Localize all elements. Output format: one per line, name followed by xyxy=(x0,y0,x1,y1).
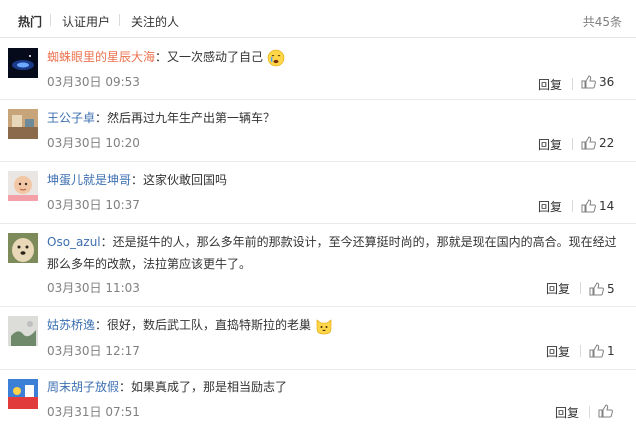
username-link[interactable]: 坤蛋儿就是坤哥 xyxy=(47,173,131,187)
reply-button[interactable]: 回复 xyxy=(546,280,570,297)
thumbs-up-icon xyxy=(581,75,596,89)
divider xyxy=(580,345,581,357)
thumbs-up-icon xyxy=(581,136,596,150)
avatar[interactable] xyxy=(8,109,38,139)
tab-following[interactable]: 关注的人 xyxy=(131,13,179,30)
comment-text: 周末胡子放假：如果真成了，那是相当励志了 xyxy=(47,376,627,398)
divider xyxy=(572,200,573,212)
comment-text: 王公子卓：然后再过九年生产出第一辆车？ xyxy=(47,107,627,129)
reply-button[interactable]: 回复 xyxy=(538,136,562,153)
cat-face-icon xyxy=(315,317,333,335)
username-link[interactable]: Oso_azul xyxy=(47,235,101,249)
comment-body: ：很好，数后武工队，直捣特斯拉的老巢 xyxy=(95,318,312,332)
comment-tabs: 热门 认证用户 关注的人 共45条 xyxy=(0,0,636,38)
comment-body: ：又一次感动了自己 xyxy=(155,50,264,64)
comment-date: 03月31日 07:51 xyxy=(47,405,140,419)
like-count: 5 xyxy=(607,282,615,296)
like-button[interactable] xyxy=(598,404,616,418)
reply-button[interactable]: 回复 xyxy=(555,404,579,421)
like-count: 36 xyxy=(599,75,615,89)
comment-date: 03月30日 10:37 xyxy=(47,198,140,212)
comment-count: 共45条 xyxy=(582,15,622,29)
crying-face-icon xyxy=(267,49,285,67)
tab-divider xyxy=(50,14,51,26)
comment-body: ：这家伙敢回国吗 xyxy=(131,173,228,187)
comment-item: Oso_azul：还是挺牛的人，那么多年前的那款设计，至今还算挺时尚的，那就是现… xyxy=(0,224,636,307)
avatar[interactable] xyxy=(8,233,38,263)
like-button[interactable]: 14 xyxy=(581,199,614,213)
comment-date: 03月30日 10:20 xyxy=(47,136,140,150)
avatar[interactable] xyxy=(8,48,38,78)
reply-button[interactable]: 回复 xyxy=(538,76,562,93)
thumbs-up-icon xyxy=(589,282,604,296)
comment-item: 姑苏桥逸：很好，数后武工队，直捣特斯拉的老巢 03月30日 12:17 回复 1 xyxy=(0,307,636,370)
avatar[interactable] xyxy=(8,171,38,201)
tab-hot[interactable]: 热门 xyxy=(18,13,42,30)
comment-body: ：如果真成了，那是相当励志了 xyxy=(119,380,288,394)
like-button[interactable]: 22 xyxy=(581,136,614,150)
avatar[interactable] xyxy=(8,316,38,346)
comment-text: 坤蛋儿就是坤哥：这家伙敢回国吗 xyxy=(47,169,627,191)
like-count: 14 xyxy=(599,199,615,213)
like-count: 1 xyxy=(607,344,615,358)
divider xyxy=(572,78,573,90)
like-button[interactable]: 5 xyxy=(589,282,615,296)
reply-button[interactable]: 回复 xyxy=(538,198,562,215)
comment-text: 姑苏桥逸：很好，数后武工队，直捣特斯拉的老巢 xyxy=(47,314,627,336)
avatar[interactable] xyxy=(8,379,38,409)
comment-date: 03月30日 12:17 xyxy=(47,344,140,358)
comment-date: 03月30日 09:53 xyxy=(47,75,140,89)
comment-item: 坤蛋儿就是坤哥：这家伙敢回国吗 03月30日 10:37 回复 14 xyxy=(0,162,636,224)
like-button[interactable]: 36 xyxy=(581,75,614,89)
comment-date: 03月30日 11:03 xyxy=(47,281,140,295)
tab-verified-users[interactable]: 认证用户 xyxy=(62,13,110,30)
comment-text: 蜘蛛眼里的星辰大海：又一次感动了自己 xyxy=(47,46,627,68)
tab-divider xyxy=(119,14,120,26)
divider xyxy=(589,406,590,418)
username-link[interactable]: 王公子卓 xyxy=(47,111,95,125)
like-button[interactable]: 1 xyxy=(589,344,615,358)
thumbs-up-icon xyxy=(589,344,604,358)
username-link[interactable]: 姑苏桥逸 xyxy=(47,318,95,332)
comment-body: ：然后再过九年生产出第一辆车？ xyxy=(95,111,276,125)
username-link[interactable]: 蜘蛛眼里的星辰大海 xyxy=(47,50,155,64)
comment-body: ：还是挺牛的人，那么多年前的那款设计，至今还算挺时尚的，那就是现在国内的高合。现… xyxy=(47,235,617,271)
divider xyxy=(572,138,573,150)
comment-item: 蜘蛛眼里的星辰大海：又一次感动了自己 03月30日 09:53 回复 36 xyxy=(0,38,636,100)
comment-text: Oso_azul：还是挺牛的人，那么多年前的那款设计，至今还算挺时尚的，那就是现… xyxy=(47,231,627,275)
like-count: 22 xyxy=(599,136,615,150)
divider xyxy=(580,282,581,294)
comment-item: 王公子卓：然后再过九年生产出第一辆车？ 03月30日 10:20 回复 22 xyxy=(0,100,636,162)
reply-button[interactable]: 回复 xyxy=(546,343,570,360)
thumbs-up-icon xyxy=(581,199,596,213)
username-link[interactable]: 周末胡子放假 xyxy=(47,380,119,394)
comment-item: 周末胡子放假：如果真成了，那是相当励志了 03月31日 07:51 回复 xyxy=(0,370,636,427)
thumbs-up-icon xyxy=(598,404,613,418)
